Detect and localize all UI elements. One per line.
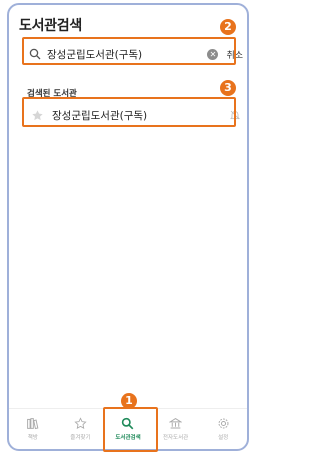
highlight-search-bar — [22, 37, 236, 65]
highlight-result-row — [22, 97, 236, 127]
tab-e-library[interactable]: 전자도서관 — [152, 409, 200, 449]
tab-e-library-label: 전자도서관 — [162, 435, 189, 441]
page-title: 도서관검색 — [19, 18, 82, 34]
star-outline-icon — [74, 417, 87, 429]
callout-badge-2: 2 — [220, 19, 236, 35]
phone-frame: 도서관검색 장성군립도서관(구독) ✕ 취소 검색된 도서관 장성군립도서관(구… — [7, 3, 249, 451]
callout-badge-1: 1 — [121, 393, 137, 409]
tab-favorites[interactable]: 즐겨찾기 — [57, 409, 105, 449]
tab-books-label: 책방 — [27, 435, 38, 441]
books-icon — [27, 418, 39, 430]
highlight-library-search-tab — [103, 407, 158, 452]
tab-books[interactable]: 책방 — [9, 409, 57, 449]
callout-badge-3: 3 — [220, 80, 236, 96]
library-icon — [169, 418, 183, 429]
tab-favorites-label: 즐겨찾기 — [70, 435, 91, 441]
tab-settings-label: 설정 — [218, 435, 229, 441]
tab-settings[interactable]: 설정 — [199, 409, 247, 449]
gear-icon — [218, 418, 229, 429]
